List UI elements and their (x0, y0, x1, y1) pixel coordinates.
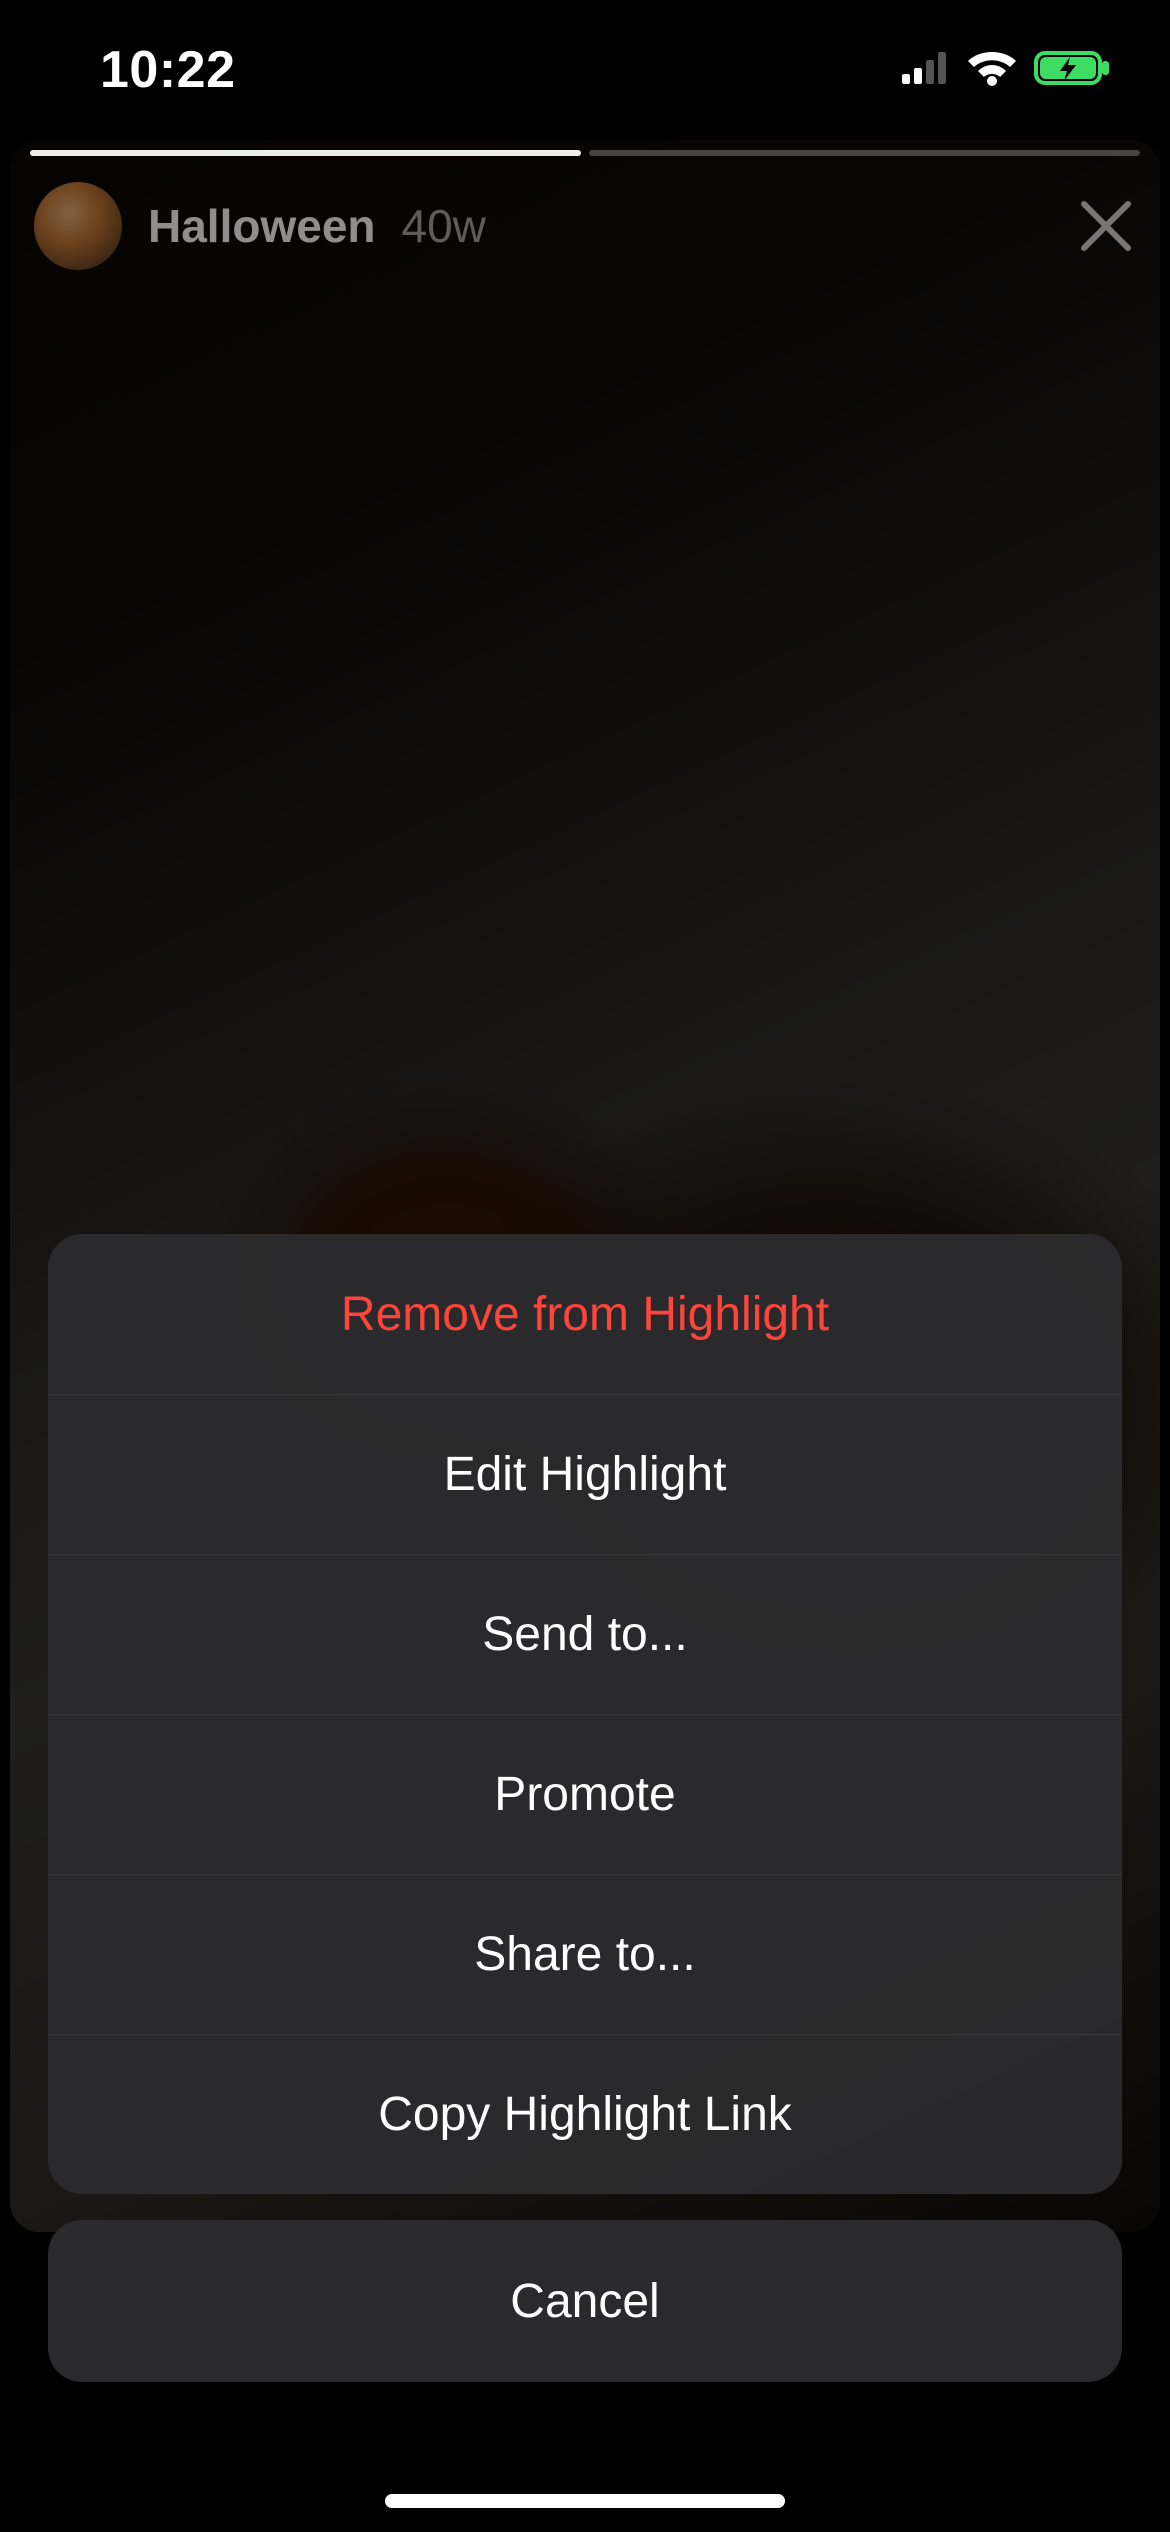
action-promote[interactable]: Promote (48, 1714, 1122, 1874)
action-remove-from-highlight[interactable]: Remove from Highlight (48, 1234, 1122, 1394)
action-label: Edit Highlight (444, 1447, 727, 1502)
cancel-button[interactable]: Cancel (48, 2220, 1122, 2382)
wifi-icon (966, 49, 1018, 92)
home-indicator[interactable] (385, 2494, 785, 2508)
status-bar: 10:22 (0, 0, 1170, 140)
cancel-label: Cancel (510, 2274, 659, 2329)
action-label: Copy Highlight Link (378, 2087, 792, 2142)
action-sheet-overlay: Remove from Highlight Edit Highlight Sen… (0, 0, 1170, 2532)
action-label: Share to... (474, 1927, 695, 1982)
action-copy-highlight-link[interactable]: Copy Highlight Link (48, 2034, 1122, 2194)
action-sheet-group: Remove from Highlight Edit Highlight Sen… (48, 1234, 1122, 2194)
action-label: Remove from Highlight (341, 1287, 829, 1342)
status-time: 10:22 (100, 40, 236, 100)
action-label: Send to... (482, 1607, 687, 1662)
action-label: Promote (494, 1767, 675, 1822)
action-sheet: Remove from Highlight Edit Highlight Sen… (48, 1234, 1122, 2382)
status-indicators (902, 49, 1112, 92)
action-edit-highlight[interactable]: Edit Highlight (48, 1394, 1122, 1554)
action-send-to[interactable]: Send to... (48, 1554, 1122, 1714)
cellular-icon (902, 52, 950, 89)
battery-charging-icon (1034, 49, 1112, 92)
action-share-to[interactable]: Share to... (48, 1874, 1122, 2034)
